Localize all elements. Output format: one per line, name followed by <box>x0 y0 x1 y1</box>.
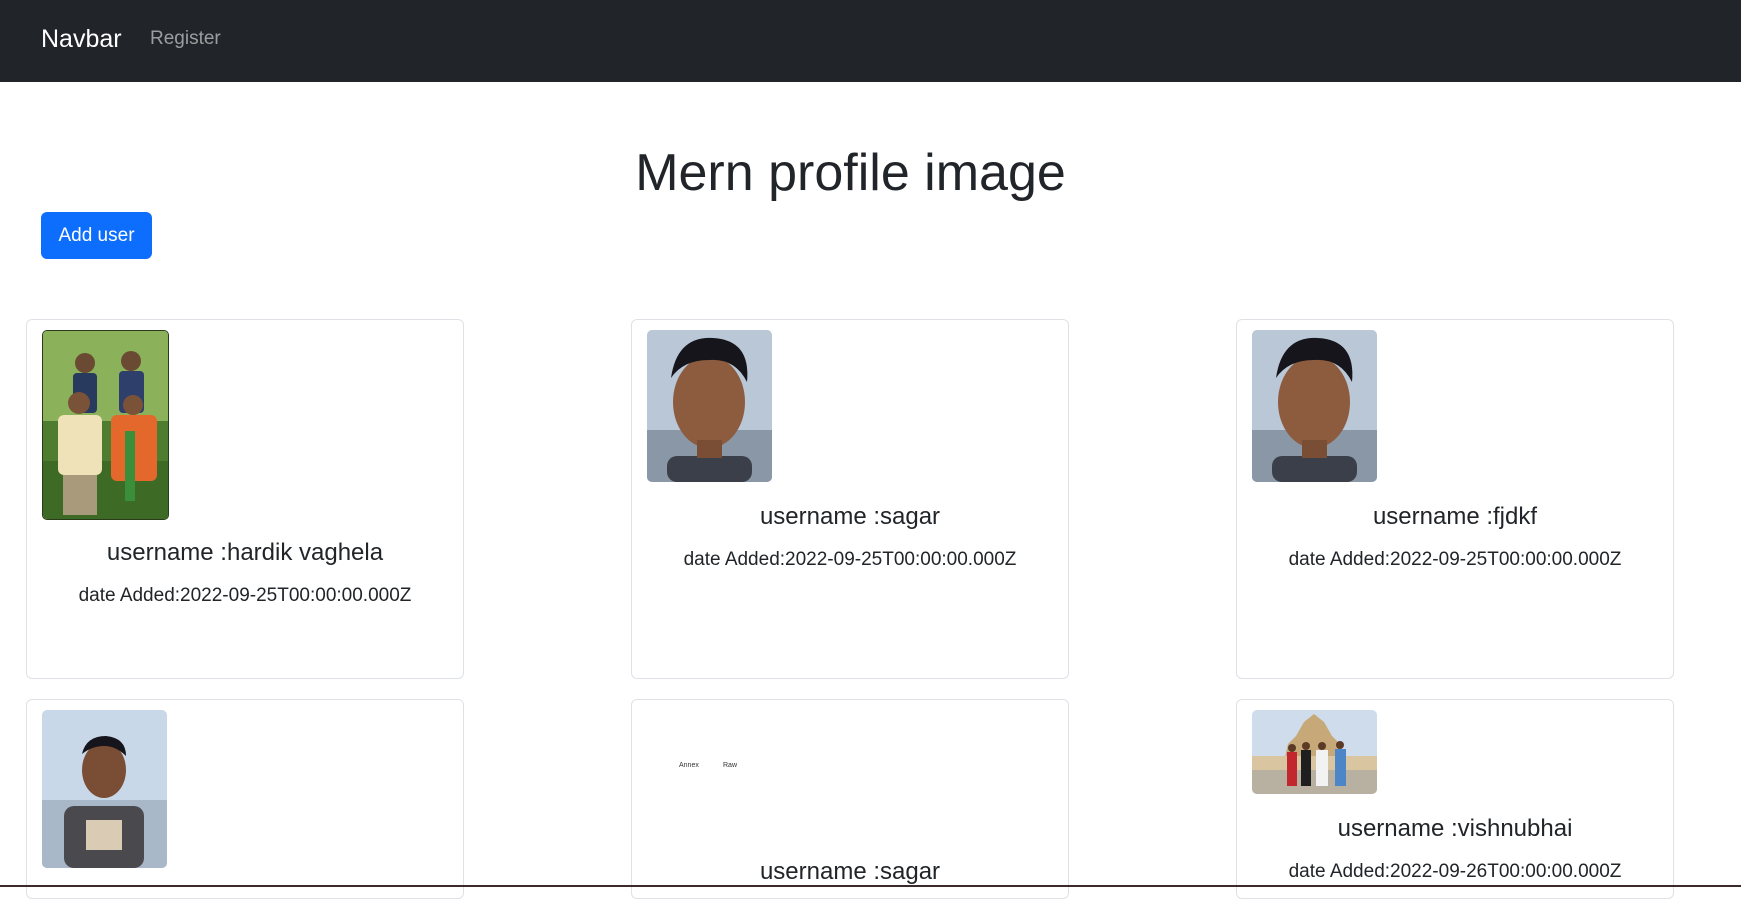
card-date: date Added:2022-09-25T00:00:00.000Z <box>1288 549 1622 570</box>
user-photo <box>42 330 169 520</box>
card-date: date Added:2022-09-25T00:00:00.000Z <box>683 549 1017 570</box>
user-photo: Annex Raw <box>647 710 772 828</box>
nav-link-register[interactable]: Register <box>150 27 221 51</box>
user-photo <box>647 330 772 482</box>
user-card: username :fjdkf date Added:2022-09-25T00… <box>1236 319 1674 679</box>
card-username: username :fjdkf <box>1372 503 1538 530</box>
navbar: Navbar Register <box>0 0 1741 82</box>
user-photo <box>1252 710 1377 794</box>
card-username: username :vishnubhai <box>1337 815 1573 842</box>
user-card <box>26 699 464 899</box>
card-username: username :sagar <box>759 503 941 530</box>
navbar-brand[interactable]: Navbar <box>41 22 122 56</box>
user-photo <box>1252 330 1377 482</box>
card-username: username :sagar <box>759 858 941 885</box>
photo-text: Annex <box>679 762 699 769</box>
user-card: username :sagar date Added:2022-09-25T00… <box>631 319 1069 679</box>
page-title: Mern profile image <box>635 144 1066 202</box>
user-photo <box>42 710 167 868</box>
card-date: date Added:2022-09-25T00:00:00.000Z <box>78 585 412 606</box>
user-card: Annex Raw username :sagar <box>631 699 1069 899</box>
user-card: username :hardik vaghela date Added:2022… <box>26 319 464 679</box>
add-user-button[interactable]: Add user <box>41 212 152 259</box>
photo-text: Raw <box>723 762 738 769</box>
card-username: username :hardik vaghela <box>106 539 384 566</box>
card-date: date Added:2022-09-26T00:00:00.000Z <box>1288 861 1622 882</box>
user-card: username :vishnubhai date Added:2022-09-… <box>1236 699 1674 899</box>
